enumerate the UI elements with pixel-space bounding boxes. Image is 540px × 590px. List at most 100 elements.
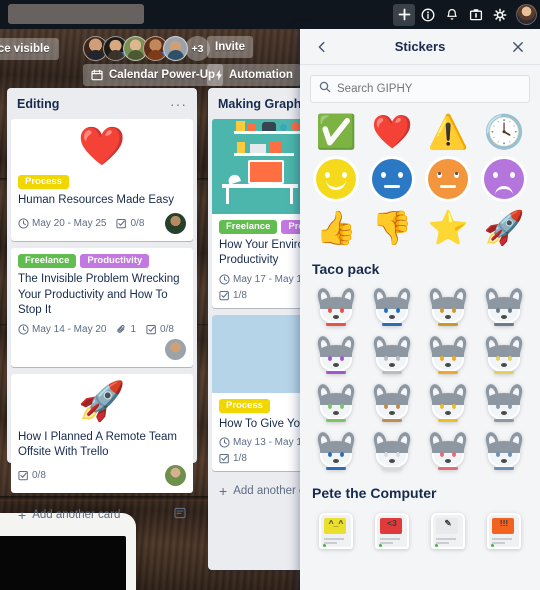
taco-ghost-sticker[interactable] xyxy=(370,429,414,473)
taco-gold-sticker[interactable] xyxy=(426,381,470,425)
invite-button[interactable]: Invite xyxy=(207,36,254,58)
avatar[interactable] xyxy=(516,4,537,25)
section-title-taco-pack: Taco pack xyxy=(312,261,380,277)
checklist-text: 0/8 xyxy=(32,470,46,482)
clock-sticker[interactable]: 🕓 xyxy=(482,109,526,153)
smile-sticker[interactable] xyxy=(314,157,358,201)
label-process[interactable]: Process xyxy=(18,175,69,189)
taco-reading-sticker[interactable] xyxy=(370,381,414,425)
checklist-icon xyxy=(18,471,28,481)
taco-alert-sticker[interactable] xyxy=(426,333,470,377)
due-date-badge[interactable]: May 20 - May 25 xyxy=(18,218,106,229)
check-sticker[interactable]: ✅ xyxy=(314,109,358,153)
card-labels: Process xyxy=(18,175,186,189)
taco-eating-sticker[interactable] xyxy=(482,285,526,329)
search-icon xyxy=(319,80,331,98)
search-input[interactable] xyxy=(337,83,521,95)
label-process[interactable]: Process xyxy=(219,398,270,413)
attachment-badge: 1 xyxy=(116,324,136,335)
rocket-sticker[interactable]: 🚀 xyxy=(482,205,526,249)
card-member-avatar[interactable] xyxy=(165,338,186,360)
member-avatar[interactable] xyxy=(163,36,188,61)
close-icon[interactable] xyxy=(508,37,528,57)
card[interactable]: 🚀 How I Planned A Remote Team Offsite Wi… xyxy=(11,373,193,494)
due-date-badge[interactable]: May 17 - May 18 xyxy=(219,274,307,285)
due-date-badge[interactable]: May 14 - May 20 xyxy=(18,324,106,335)
list-header: Editing ··· xyxy=(11,94,193,119)
taco-money-sticker[interactable] xyxy=(314,381,358,425)
top-nav-icon-group xyxy=(393,0,537,29)
list-menu-icon[interactable]: ··· xyxy=(170,97,187,111)
warning-sticker[interactable]: ⚠️ xyxy=(426,109,470,153)
checklist-icon xyxy=(219,454,229,464)
smirk-sticker[interactable] xyxy=(370,157,414,201)
default-stickers-grid: ✅ ❤️ ⚠️ 🕓 👍 👎 ⭐ 🚀 xyxy=(310,109,530,249)
taco-sleeping-sticker[interactable] xyxy=(482,381,526,425)
stickers-search-box[interactable] xyxy=(310,75,530,103)
list-title: Editing xyxy=(17,97,60,111)
checklist-icon xyxy=(146,324,156,334)
info-icon[interactable] xyxy=(417,4,439,26)
card-template-icon[interactable] xyxy=(174,507,186,522)
taco-headband-sticker[interactable] xyxy=(482,333,526,377)
card[interactable]: Freelance Productivity The Invisible Pro… xyxy=(11,248,193,367)
due-date-badge[interactable]: May 13 - May 15 xyxy=(219,437,307,448)
card[interactable]: ❤️ Process Human Resources Made Easy May… xyxy=(11,119,193,242)
board-visibility-chip[interactable]: space visible xyxy=(0,38,59,60)
due-date-text: May 20 - May 25 xyxy=(32,218,107,230)
pete-draw-sticker[interactable]: ✎ xyxy=(426,509,470,553)
boards-icon[interactable] xyxy=(465,4,487,26)
automation-button[interactable]: Automation xyxy=(207,64,301,86)
checklist-badge: 1/8 xyxy=(219,290,247,301)
rolling-eyes-sticker[interactable] xyxy=(426,157,470,201)
taco-sparkle-sticker[interactable] xyxy=(314,429,358,473)
pete-happy-sticker[interactable]: ^_^ xyxy=(314,509,358,553)
settings-gear-icon[interactable] xyxy=(489,4,511,26)
due-date-text: May 14 - May 20 xyxy=(32,323,107,335)
heart-sticker[interactable]: ❤️ xyxy=(370,109,414,153)
card-member-avatar[interactable] xyxy=(165,465,186,487)
attachment-count: 1 xyxy=(130,323,137,335)
checklist-icon xyxy=(116,219,127,229)
stickers-scroll-area[interactable]: ✅ ❤️ ⚠️ 🕓 👍 👎 ⭐ 🚀 Taco pack Pete the Com… xyxy=(300,109,540,590)
pete-love-sticker[interactable]: <3 xyxy=(370,509,414,553)
taco-heart-eyes-sticker[interactable] xyxy=(314,285,358,329)
star-sticker[interactable]: ⭐ xyxy=(426,205,470,249)
frown-sticker[interactable] xyxy=(482,157,526,201)
pete-alert-sticker[interactable]: !!! xyxy=(482,509,526,553)
top-navigation-bar xyxy=(0,0,540,29)
stickers-panel-title: Stickers xyxy=(394,39,446,54)
card-title: How I Planned A Remote Team Offsite With… xyxy=(18,430,177,459)
label-productivity[interactable]: Productivity xyxy=(80,254,150,269)
notifications-bell-icon[interactable] xyxy=(441,4,463,26)
card-badges: 0/8 xyxy=(18,465,186,487)
card-title: Human Resources Made Easy xyxy=(18,194,174,206)
clock-icon xyxy=(219,437,230,448)
checklist-badge: 0/8 xyxy=(18,470,46,481)
label-freelance[interactable]: Freelance xyxy=(219,220,278,234)
lightning-bolt-icon xyxy=(215,69,223,81)
checklist-icon xyxy=(219,290,229,301)
clock-icon xyxy=(18,218,29,229)
add-another-card-button[interactable]: + Add another card xyxy=(11,500,193,531)
taco-neutral-sticker[interactable] xyxy=(370,285,414,329)
thumbs-down-sticker[interactable]: 👎 xyxy=(370,205,414,249)
taco-pack-grid xyxy=(310,285,530,473)
taco-injured-sticker[interactable] xyxy=(426,429,470,473)
pete-the-computer-grid: ^_^ <3 ✎!!! xyxy=(310,509,530,553)
card-member-row xyxy=(18,338,186,360)
taco-sunglasses-sticker[interactable] xyxy=(426,285,470,329)
label-freelance[interactable]: Freelance xyxy=(18,254,77,269)
card-member-avatar[interactable] xyxy=(165,213,186,235)
global-search-input[interactable] xyxy=(8,4,144,24)
plus-icon[interactable] xyxy=(393,3,415,26)
thumbs-up-sticker[interactable]: 👍 xyxy=(314,205,358,249)
tablet-screen xyxy=(0,536,126,590)
stickers-search-wrapper xyxy=(300,65,540,109)
taco-bandage-sticker[interactable] xyxy=(482,429,526,473)
calendar-powerup-label: Calendar Power-Up xyxy=(109,69,216,81)
chevron-left-icon[interactable] xyxy=(312,37,332,57)
taco-party-sticker[interactable] xyxy=(314,333,358,377)
calendar-powerup-button[interactable]: Calendar Power-Up xyxy=(83,64,224,86)
taco-robot-sticker[interactable] xyxy=(370,333,414,377)
